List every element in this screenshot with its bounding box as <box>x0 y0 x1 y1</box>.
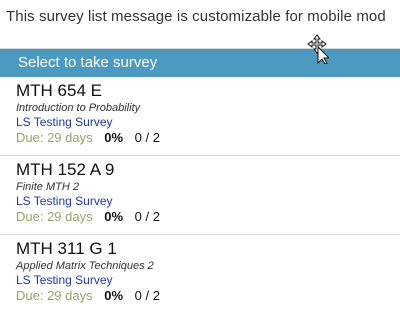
course-code: MTH 654 E <box>16 81 102 100</box>
survey-status-line: Due: 29 days 0% 0 / 2 <box>16 208 400 225</box>
survey-status-line: Due: 29 days 0% 0 / 2 <box>16 129 400 146</box>
survey-name: LS Testing Survey <box>16 273 113 287</box>
course-code: MTH 311 G 1 <box>16 239 117 258</box>
completion-count: 0 / 2 <box>134 209 160 224</box>
due-date: Due: 29 days <box>16 209 93 224</box>
course-title: Introduction to Probability <box>16 102 141 114</box>
survey-list-item[interactable]: MTH 311 G 1 Applied Matrix Techniques 2 … <box>0 235 400 314</box>
survey-name: LS Testing Survey <box>16 115 113 129</box>
survey-list-item[interactable]: MTH 152 A 9 Finite MTH 2 LS Testing Surv… <box>0 156 400 235</box>
due-date: Due: 29 days <box>16 288 93 303</box>
completion-percent: 0% <box>104 288 124 303</box>
completion-percent: 0% <box>104 130 124 145</box>
select-survey-header: Select to take survey <box>0 49 400 77</box>
course-title: Finite MTH 2 <box>16 181 79 193</box>
completion-count: 0 / 2 <box>134 130 160 145</box>
survey-list-message: This survey list message is customizable… <box>6 8 386 25</box>
survey-status-line: Due: 29 days 0% 0 / 2 <box>16 287 400 304</box>
due-date: Due: 29 days <box>16 130 93 145</box>
select-survey-header-text: Select to take survey <box>18 54 158 71</box>
completion-percent: 0% <box>104 209 124 224</box>
survey-name: LS Testing Survey <box>16 194 113 208</box>
survey-list-message-bar: This survey list message is customizable… <box>0 0 400 49</box>
move-cursor-icon <box>307 34 329 64</box>
course-code: MTH 152 A 9 <box>16 160 115 179</box>
survey-page: This survey list message is customizable… <box>0 0 400 327</box>
survey-list: MTH 654 E Introduction to Probability LS… <box>0 77 400 314</box>
completion-count: 0 / 2 <box>134 288 160 303</box>
survey-list-item[interactable]: MTH 654 E Introduction to Probability LS… <box>0 77 400 156</box>
course-title: Applied Matrix Techniques 2 <box>16 260 154 272</box>
